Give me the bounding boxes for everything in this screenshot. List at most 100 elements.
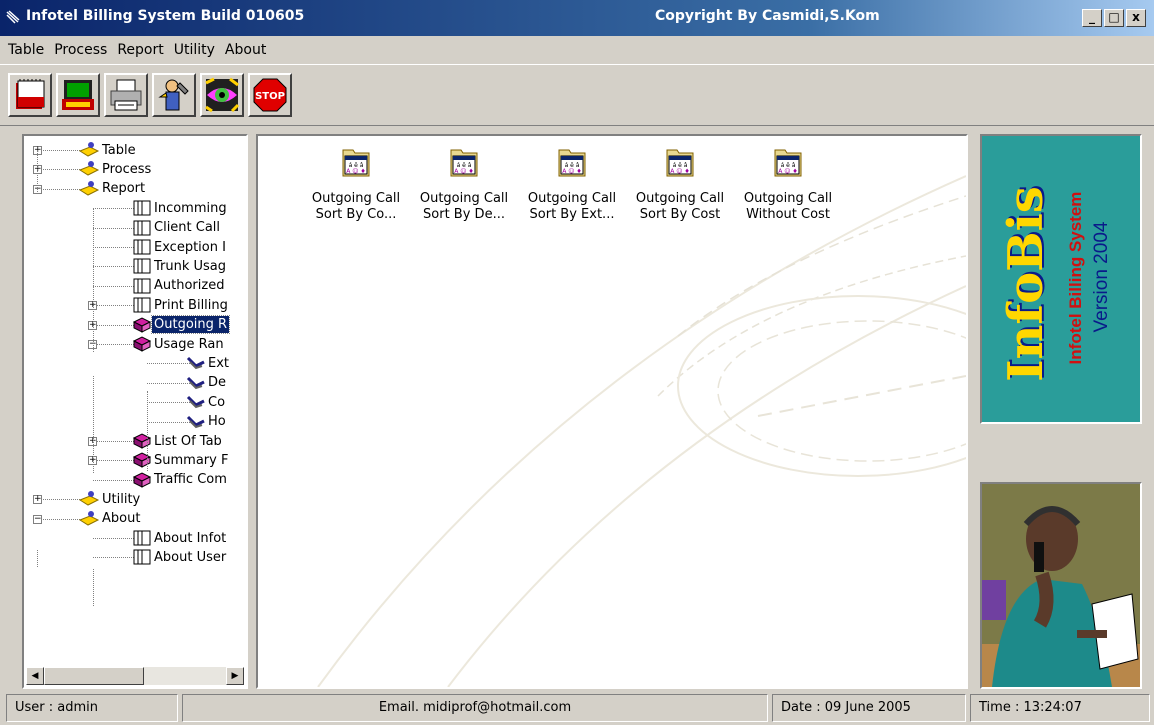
tree-horizontal-scrollbar[interactable]: ◀ ▶: [26, 667, 244, 685]
tree-connector: [147, 382, 190, 384]
svg-text:A ☺ ♦: A ☺ ♦: [562, 168, 582, 175]
tree-item[interactable]: About Infot: [132, 528, 228, 548]
businessman-on-phone-icon: [982, 484, 1140, 687]
tree-connector: [37, 169, 82, 171]
report-shortcut-line1: Outgoing Call: [527, 191, 617, 206]
exit-button[interactable]: STOP: [248, 73, 292, 117]
logo-version: Version 2004: [1091, 221, 1112, 333]
folder-icon: [78, 510, 100, 528]
report-shortcut[interactable]: á ê âA ☺ ♦ Outgoing Call Sort By Cost: [632, 144, 728, 223]
svg-text:A ☺ ♦: A ☺ ♦: [778, 168, 798, 175]
menu-bar: Table Process Report Utility About: [0, 36, 1154, 64]
report-node-icon: [186, 374, 206, 392]
tree-item-label: De: [208, 375, 227, 391]
utility-button[interactable]: [152, 73, 196, 117]
tree-item[interactable]: Outgoing R: [132, 315, 231, 335]
tree-item[interactable]: Trunk Usag: [132, 256, 228, 276]
tree-item[interactable]: About: [78, 509, 142, 529]
report-shortcut[interactable]: á ê âA ☺ ♦ Outgoing Call Sort By Ext...: [524, 144, 620, 223]
tree-item[interactable]: Client Call: [132, 218, 222, 238]
minimize-button[interactable]: _: [1082, 9, 1102, 27]
app-icon: [6, 10, 20, 24]
report-shortcut[interactable]: á ê âA ☺ ♦ Outgoing Call Sort By Co...: [308, 144, 404, 223]
report-window-icon: á ê âA ☺ ♦: [558, 149, 586, 177]
tree-connector: [93, 247, 136, 248]
report-window-icon: á ê âA ☺ ♦: [666, 149, 694, 177]
scroll-left-icon[interactable]: ◀: [26, 667, 44, 685]
report-shortcut[interactable]: á ê âA ☺ ♦ Outgoing Call Sort By De...: [416, 144, 512, 223]
scroll-right-icon[interactable]: ▶: [226, 667, 244, 685]
expand-icon[interactable]: +: [33, 495, 42, 505]
tree-connector: [37, 518, 82, 520]
menu-report[interactable]: Report: [117, 42, 163, 58]
status-date: Date : 09 June 2005: [772, 694, 966, 722]
report-shortcut-line1: Outgoing Call: [635, 191, 725, 206]
tree-item[interactable]: About User: [132, 547, 228, 567]
tools-icon: [158, 79, 189, 111]
tree-connector: [37, 150, 82, 151]
tree-item[interactable]: Traffic Com: [132, 470, 229, 490]
menu-utility[interactable]: Utility: [174, 42, 215, 58]
tree-item-label: Summary F: [154, 452, 229, 468]
tree-item[interactable]: Exception I: [132, 237, 228, 257]
tree-connector: [93, 441, 136, 442]
tree-connector: [147, 391, 148, 471]
svg-text:A ☺ ♦: A ☺ ♦: [454, 168, 474, 175]
tree-item-label: Authorized: [154, 278, 225, 294]
report-button[interactable]: [104, 73, 148, 117]
tree-connector: [147, 363, 190, 365]
tree-item[interactable]: Ext: [186, 353, 231, 373]
tree-item[interactable]: List Of Tab: [132, 431, 224, 451]
tree-item[interactable]: De: [186, 373, 228, 393]
tree-connector: [93, 557, 136, 559]
tree-item[interactable]: Usage Ran: [132, 334, 226, 354]
tree-connector: [37, 188, 82, 190]
tree-item[interactable]: Incomming: [132, 198, 229, 218]
table-button[interactable]: [8, 73, 52, 117]
phone-user-illustration: [980, 482, 1142, 689]
tree-connector: [147, 421, 190, 423]
scroll-thumb[interactable]: [44, 667, 144, 685]
navigation-tree[interactable]: + Table + Process − Report Incomming Client Cal…: [22, 134, 248, 689]
table-book-icon: [16, 79, 45, 109]
menu-table[interactable]: Table: [8, 42, 44, 58]
phone-terminal-icon: [62, 80, 94, 110]
tree-item[interactable]: Report: [78, 179, 147, 199]
logo-subtitle: Infotel Billing System: [1066, 191, 1085, 365]
tree-item[interactable]: Co: [186, 392, 227, 412]
menu-process[interactable]: Process: [54, 42, 107, 58]
report-shortcut-line2: Sort By Cost: [639, 207, 721, 222]
tree-item[interactable]: Ho: [186, 412, 228, 432]
folder-icon: [78, 180, 100, 198]
report-page-icon: [132, 199, 152, 217]
tree-item[interactable]: Table: [78, 140, 138, 160]
scroll-track[interactable]: [144, 667, 226, 685]
tree-item-label: Traffic Com: [154, 472, 227, 488]
tree-item[interactable]: Print Billing: [132, 295, 230, 315]
tree-item-label: Print Billing: [154, 297, 228, 313]
collapse-icon[interactable]: −: [33, 514, 42, 524]
maximize-button[interactable]: □: [1104, 9, 1124, 27]
tree-item-label: Ext: [208, 355, 230, 371]
close-button[interactable]: x: [1126, 9, 1146, 27]
status-time: Time : 13:24:07: [970, 694, 1150, 722]
about-button[interactable]: [200, 73, 244, 117]
tree-item[interactable]: Authorized: [132, 276, 226, 296]
report-shortcut[interactable]: á ê âA ☺ ♦ Outgoing Call Without Cost: [740, 144, 836, 223]
report-page-icon: [132, 238, 152, 256]
tree-item-label: About User: [154, 549, 227, 565]
tree-item-label: Incomming: [154, 200, 227, 216]
copyright-text: Copyright By Casmidi,S.Kom: [655, 8, 880, 24]
tree-connector: [93, 479, 136, 481]
tree-item[interactable]: Process: [78, 159, 153, 179]
status-email: Email. midiprof@hotmail.com: [182, 694, 768, 722]
tree-connector: [93, 208, 94, 352]
svg-text:STOP: STOP: [255, 91, 285, 102]
process-button[interactable]: [56, 73, 100, 117]
report-window-icon: á ê âA ☺ ♦: [450, 149, 478, 177]
report-list-panel: á ê âA ☺ ♦ Outgoing Call Sort By Co... á ê …: [256, 134, 968, 689]
tree-item[interactable]: Utility: [78, 489, 142, 509]
menu-about[interactable]: About: [225, 42, 266, 58]
tree-item-label: About Infot: [154, 530, 227, 546]
tree-connector: [93, 344, 136, 345]
